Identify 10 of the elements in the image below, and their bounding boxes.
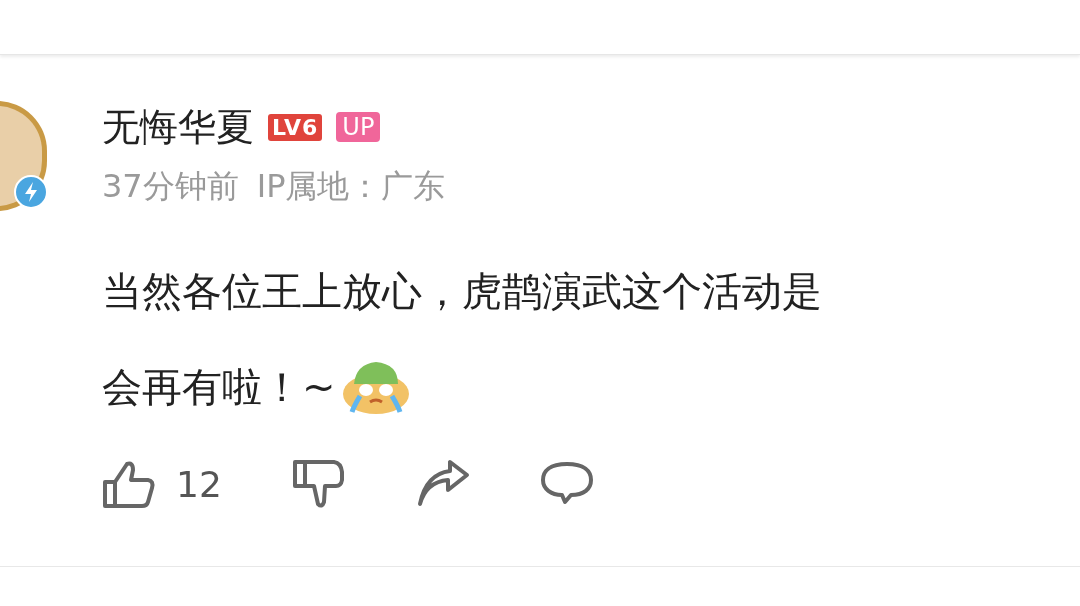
- thumbs-down-icon[interactable]: [291, 458, 346, 510]
- comment-time: 37分钟前: [102, 166, 239, 207]
- ip-location: IP属地：广东: [256, 166, 446, 207]
- comment-text: 会再有啦！~: [102, 363, 336, 412]
- username[interactable]: 无悔华夏: [102, 101, 254, 153]
- level-badge: LV6: [268, 113, 323, 141]
- lightning-badge-icon: [14, 175, 48, 209]
- like-count: 12: [176, 463, 222, 505]
- comment-text: 当然各位王上放心，虎鹊演武这个活动是: [102, 267, 822, 316]
- uploader-badge: UP: [336, 112, 381, 142]
